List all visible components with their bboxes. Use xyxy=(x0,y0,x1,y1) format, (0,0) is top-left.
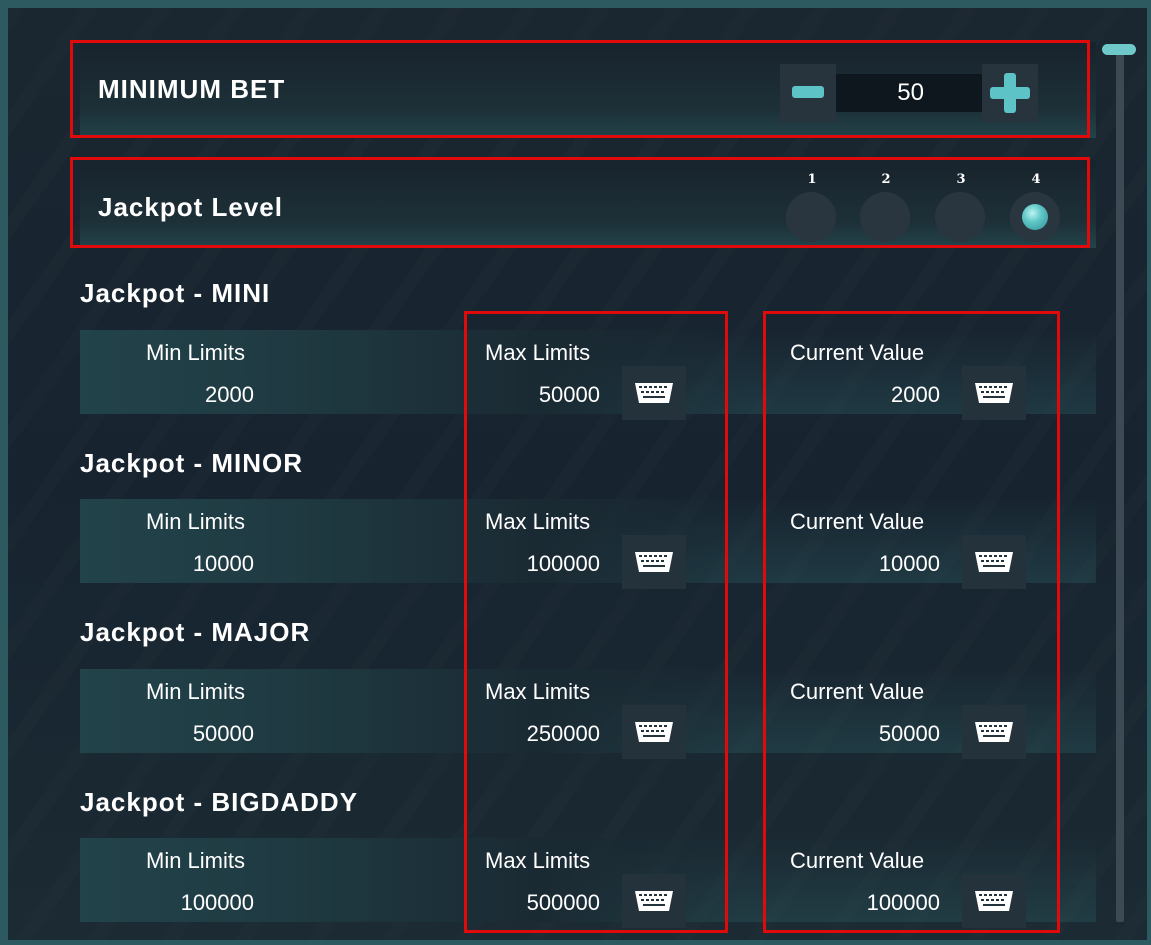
keyboard-icon xyxy=(635,722,673,742)
min-limits-label: Min Limits xyxy=(146,509,246,534)
max-limits-label: Max Limits xyxy=(485,509,591,534)
edit-current-value-button[interactable] xyxy=(962,366,1026,420)
jackpot-settings-panel: MINIMUM BET 50 Jackpot Level 1 2 3 4 Jac… xyxy=(8,8,1147,940)
current-value: 2000 xyxy=(891,382,940,407)
minimum-bet-value: 50 xyxy=(836,74,982,112)
max-limits-value: 250000 xyxy=(526,721,600,746)
edit-max-limit-button[interactable] xyxy=(622,366,686,420)
max-limits-value: 500000 xyxy=(526,890,600,915)
keyboard-icon xyxy=(975,722,1013,742)
current-value-label: Current Value xyxy=(790,509,925,534)
level-2-label: 2 xyxy=(881,172,891,187)
max-limits-label: Max Limits xyxy=(485,679,591,704)
increase-bet-button[interactable] xyxy=(982,64,1038,122)
min-limits-label: Min Limits xyxy=(146,679,246,704)
level-1-label: 1 xyxy=(807,172,817,187)
level-2-radio[interactable] xyxy=(860,192,910,242)
jackpot-level-row: Jackpot Level 1 2 3 4 xyxy=(80,160,1096,248)
edit-max-limit-button[interactable] xyxy=(622,705,686,759)
minimum-bet-row: MINIMUM BET 50 xyxy=(80,42,1096,138)
keyboard-icon xyxy=(975,891,1013,911)
edit-current-value-button[interactable] xyxy=(962,535,1026,589)
jackpot-level-label: Jackpot Level xyxy=(98,192,283,222)
max-limits-value: 100000 xyxy=(526,551,600,576)
current-value-label: Current Value xyxy=(790,848,925,873)
level-4-radio[interactable] xyxy=(1010,192,1060,242)
keyboard-icon xyxy=(975,552,1013,572)
keyboard-icon xyxy=(975,383,1013,403)
level-3-label: 3 xyxy=(956,172,966,187)
min-limits-value: 2000 xyxy=(205,382,254,407)
level-3-radio[interactable] xyxy=(935,192,985,242)
jackpot-minor-title: Jackpot - MINOR xyxy=(80,448,304,478)
current-value-label: Current Value xyxy=(790,679,925,704)
keyboard-icon xyxy=(635,891,673,911)
min-limits-label: Min Limits xyxy=(146,340,246,365)
jackpot-major-title: Jackpot - MAJOR xyxy=(80,617,311,647)
current-value: 10000 xyxy=(878,551,940,576)
level-4-label: 4 xyxy=(1031,172,1041,187)
keyboard-icon xyxy=(635,552,673,572)
minimum-bet-label: MINIMUM BET xyxy=(98,74,286,104)
edit-current-value-button[interactable] xyxy=(962,874,1026,928)
jackpot-bigdaddy-title: Jackpot - BIGDADDY xyxy=(80,787,359,817)
max-limits-label: Max Limits xyxy=(485,848,591,873)
current-value: 100000 xyxy=(866,890,940,915)
current-value-label: Current Value xyxy=(790,340,925,365)
decrease-bet-button[interactable] xyxy=(780,64,836,122)
edit-current-value-button[interactable] xyxy=(962,705,1026,759)
scrollbar-thumb[interactable] xyxy=(1102,44,1136,55)
keyboard-icon xyxy=(635,383,673,403)
max-limits-label: Max Limits xyxy=(485,340,591,365)
min-limits-value: 10000 xyxy=(192,551,254,576)
edit-max-limit-button[interactable] xyxy=(622,535,686,589)
level-1-radio[interactable] xyxy=(786,192,836,242)
min-limits-value: 50000 xyxy=(192,721,254,746)
edit-max-limit-button[interactable] xyxy=(622,874,686,928)
min-limits-label: Min Limits xyxy=(146,848,246,873)
min-limits-value: 100000 xyxy=(180,890,254,915)
jackpot-mini-title: Jackpot - MINI xyxy=(80,278,271,308)
scrollbar-track[interactable] xyxy=(1116,52,1124,922)
minus-icon xyxy=(792,86,824,98)
max-limits-value: 50000 xyxy=(538,382,600,407)
current-value: 50000 xyxy=(878,721,940,746)
